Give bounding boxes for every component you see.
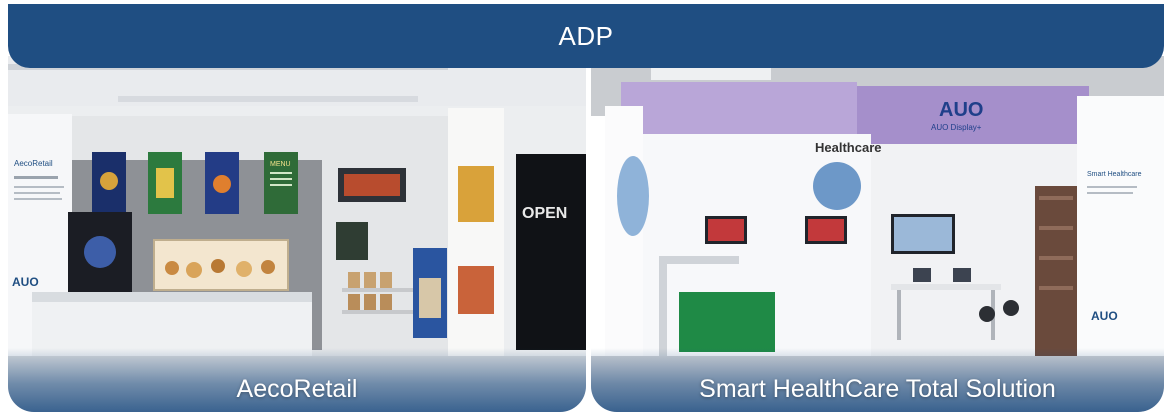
healthcare-booth-label: Healthcare: [815, 140, 881, 155]
open-sign-label: OPEN: [522, 205, 567, 222]
aecoretail-caption: AecoRetail: [8, 348, 586, 412]
healthcare-caption-text: Smart HealthCare Total Solution: [699, 375, 1056, 403]
medicine-cabinet: [1035, 186, 1077, 356]
healthcare-brand-sub: AUO Display+: [931, 123, 982, 132]
menu-board-label: MENU: [270, 161, 291, 168]
purple-fascia-left: [621, 82, 857, 134]
header-banner: ADP: [8, 4, 1164, 68]
surgical-table: [679, 292, 775, 352]
healthcare-panel[interactable]: AUO AUO Display+ Healthcare Smart Health…: [591, 56, 1164, 412]
healthcare-brand-logo: AUO: [939, 99, 983, 121]
header-title: ADP: [558, 20, 614, 51]
healthcare-caption: Smart HealthCare Total Solution: [591, 348, 1164, 412]
healthcare-auo-logo: AUO: [1091, 309, 1118, 323]
aecoretail-caption-text: AecoRetail: [236, 375, 358, 403]
aecoretail-panel[interactable]: AecoRetail AUO MENU OPEN AecoRetail: [8, 56, 586, 412]
open-sign: [516, 154, 586, 350]
surgeon-photo: [813, 162, 861, 210]
aecoretail-auo-logo: AUO: [12, 275, 39, 289]
aecoretail-wall-label: AecoRetail: [14, 159, 53, 168]
smart-healthcare-label: Smart Healthcare: [1087, 171, 1142, 178]
